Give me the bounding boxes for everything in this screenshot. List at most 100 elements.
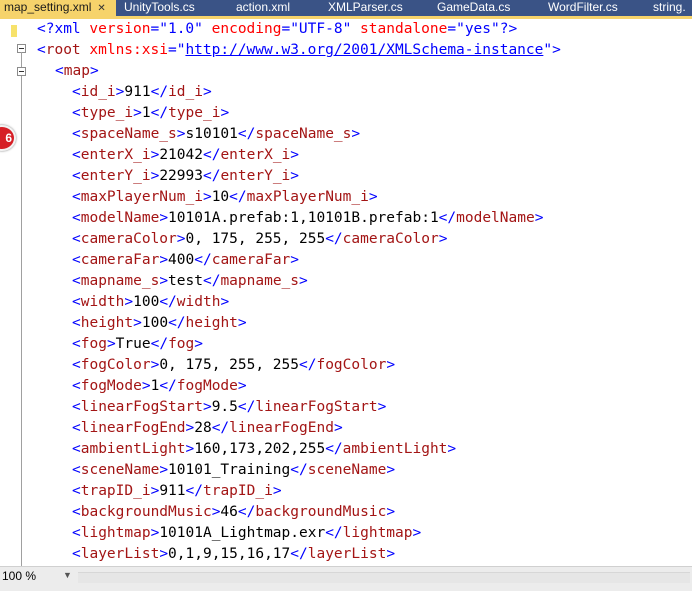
bracket: < bbox=[72, 462, 81, 478]
element-value: True bbox=[115, 336, 151, 352]
element-value: 10101A_Lightmap.exr bbox=[159, 525, 326, 541]
element-close-tag: cameraFar bbox=[211, 252, 291, 268]
bracket: </ bbox=[202, 168, 221, 184]
tab-label: UnityTools.cs bbox=[124, 0, 195, 14]
horizontal-scrollbar[interactable] bbox=[78, 572, 690, 583]
element-open-tag: linearFogStart bbox=[80, 399, 203, 415]
decl-value: "yes" bbox=[456, 21, 500, 37]
tab-label: GameData.cs bbox=[437, 0, 511, 14]
bracket: < bbox=[72, 336, 81, 352]
tab-gamedata-cs[interactable]: GameData.cs bbox=[437, 0, 510, 16]
tab-string[interactable]: string. bbox=[653, 0, 686, 16]
element-close-tag: lightmap bbox=[342, 525, 413, 541]
element-close-tag: trapID_i bbox=[202, 483, 273, 499]
element-open-tag: trapID_i bbox=[80, 483, 151, 499]
bracket: > bbox=[159, 210, 169, 226]
element-close-tag: linearFogEnd bbox=[229, 420, 334, 436]
xml-element-line: <enterX_i>21042</enterX_i> bbox=[72, 145, 299, 166]
schema-link[interactable]: http://www.w3.org/2001/XMLSchema-instanc… bbox=[185, 42, 543, 58]
tab-map-setting-xml[interactable]: map_setting.xml ✕ bbox=[0, 0, 116, 16]
bracket: > bbox=[299, 273, 308, 289]
bracket: > bbox=[150, 147, 160, 163]
bracket: < bbox=[72, 231, 81, 247]
element-open-tag: width bbox=[80, 294, 125, 310]
xml-element-line: <fogMode>1</fogMode> bbox=[72, 376, 247, 397]
bracket: > bbox=[141, 378, 151, 394]
root-attr: xmlns:xsi bbox=[89, 42, 168, 58]
code-editor[interactable]: 6 <?xml version="1.0" encoding="UTF-8" s… bbox=[0, 19, 692, 566]
bracket: > bbox=[150, 168, 160, 184]
bracket: < bbox=[72, 147, 81, 163]
xml-element-line: <cameraFar>400</cameraFar> bbox=[72, 250, 299, 271]
element-value: 46 bbox=[220, 504, 238, 520]
zoom-dropdown-icon[interactable]: ▼ bbox=[63, 570, 72, 580]
element-open-tag: enterY_i bbox=[80, 168, 151, 184]
tab-xmlparser-cs[interactable]: XMLParser.cs bbox=[328, 0, 403, 16]
tab-close-icon[interactable]: ✕ bbox=[97, 2, 105, 16]
bracket: > bbox=[220, 105, 230, 121]
element-open-tag: lightmap bbox=[80, 525, 151, 541]
tab-label: action.xml bbox=[236, 0, 291, 14]
bracket: </ bbox=[237, 399, 256, 415]
bracket: > bbox=[272, 483, 282, 499]
xml-element-line: <lightmap>10101A_Lightmap.exr</lightmap> bbox=[72, 523, 421, 544]
xml-element-line: <enterY_i>22993</enterY_i> bbox=[72, 166, 299, 187]
element-close-tag: sceneName bbox=[307, 462, 387, 478]
xml-element-line: <ambientLight>160,173,202,255</ambientLi… bbox=[72, 439, 456, 460]
bracket: < bbox=[72, 378, 81, 394]
tab-wordfilter-cs[interactable]: WordFilter.cs bbox=[548, 0, 618, 16]
element-close-tag: mapname_s bbox=[220, 273, 300, 289]
root-eq: =" bbox=[167, 42, 186, 58]
element-open-tag: cameraColor bbox=[80, 231, 177, 247]
bracket: < bbox=[72, 315, 81, 331]
xml-element-line: <height>100</height> bbox=[72, 313, 247, 334]
xml-element-line: <fog>True</fog> bbox=[72, 334, 203, 355]
element-close-tag: height bbox=[185, 315, 238, 331]
xml-element-line: <sceneName>10101_Training</sceneName> bbox=[72, 460, 395, 481]
bracket: > bbox=[333, 420, 343, 436]
element-value: 0,1,9,15,16,17 bbox=[168, 546, 291, 562]
element-open-tag: fog bbox=[80, 336, 107, 352]
element-open-tag: height bbox=[80, 315, 134, 331]
bracket: > bbox=[386, 462, 396, 478]
element-value: 100 bbox=[141, 315, 169, 331]
editor-gutter bbox=[0, 19, 26, 566]
element-close-tag: enterY_i bbox=[220, 168, 291, 184]
bracket: < bbox=[72, 189, 81, 205]
bracket: < bbox=[72, 294, 81, 310]
bracket: > bbox=[290, 252, 300, 268]
bracket: > bbox=[106, 336, 116, 352]
collapse-map-icon[interactable] bbox=[17, 67, 26, 76]
xml-element-line: <maxPlayerNum_i>10</maxPlayerNum_i> bbox=[72, 187, 378, 208]
bracket: > bbox=[176, 126, 186, 142]
status-bar: 100 % ▼ bbox=[0, 566, 692, 591]
bracket: < bbox=[72, 504, 81, 520]
element-close-tag: maxPlayerNum_i bbox=[246, 189, 369, 205]
xml-element-line: <linearFogStart>9.5</linearFogStart> bbox=[72, 397, 386, 418]
tab-label: XMLParser.cs bbox=[328, 0, 403, 14]
bracket: > bbox=[377, 399, 387, 415]
bracket: < bbox=[72, 420, 81, 436]
element-value: 160,173,202,255 bbox=[194, 441, 326, 457]
element-value: test bbox=[168, 273, 203, 289]
bracket: > bbox=[194, 336, 203, 352]
bracket: > bbox=[438, 231, 448, 247]
bracket: > bbox=[159, 252, 169, 268]
element-close-tag: modelName bbox=[456, 210, 535, 226]
tab-label: WordFilter.cs bbox=[548, 0, 618, 14]
bracket: > bbox=[386, 546, 396, 562]
bracket: > bbox=[220, 294, 230, 310]
element-value: 10 bbox=[211, 189, 230, 205]
xml-element-line: <spaceName_s>s10101</spaceName_s> bbox=[72, 124, 360, 145]
xml-element-line: <type_i>1</type_i> bbox=[72, 103, 229, 124]
element-value: 9.5 bbox=[211, 399, 238, 415]
zoom-level[interactable]: 100 % bbox=[2, 569, 36, 583]
bracket: </ bbox=[194, 252, 212, 268]
tab-action-xml[interactable]: action.xml bbox=[236, 0, 290, 16]
tab-unitytools-cs[interactable]: UnityTools.cs bbox=[124, 0, 195, 16]
bracket: > bbox=[185, 441, 195, 457]
bracket: > bbox=[185, 420, 195, 436]
bracket: > bbox=[351, 126, 361, 142]
bracket: </ bbox=[290, 546, 308, 562]
element-value: 100 bbox=[133, 294, 160, 310]
